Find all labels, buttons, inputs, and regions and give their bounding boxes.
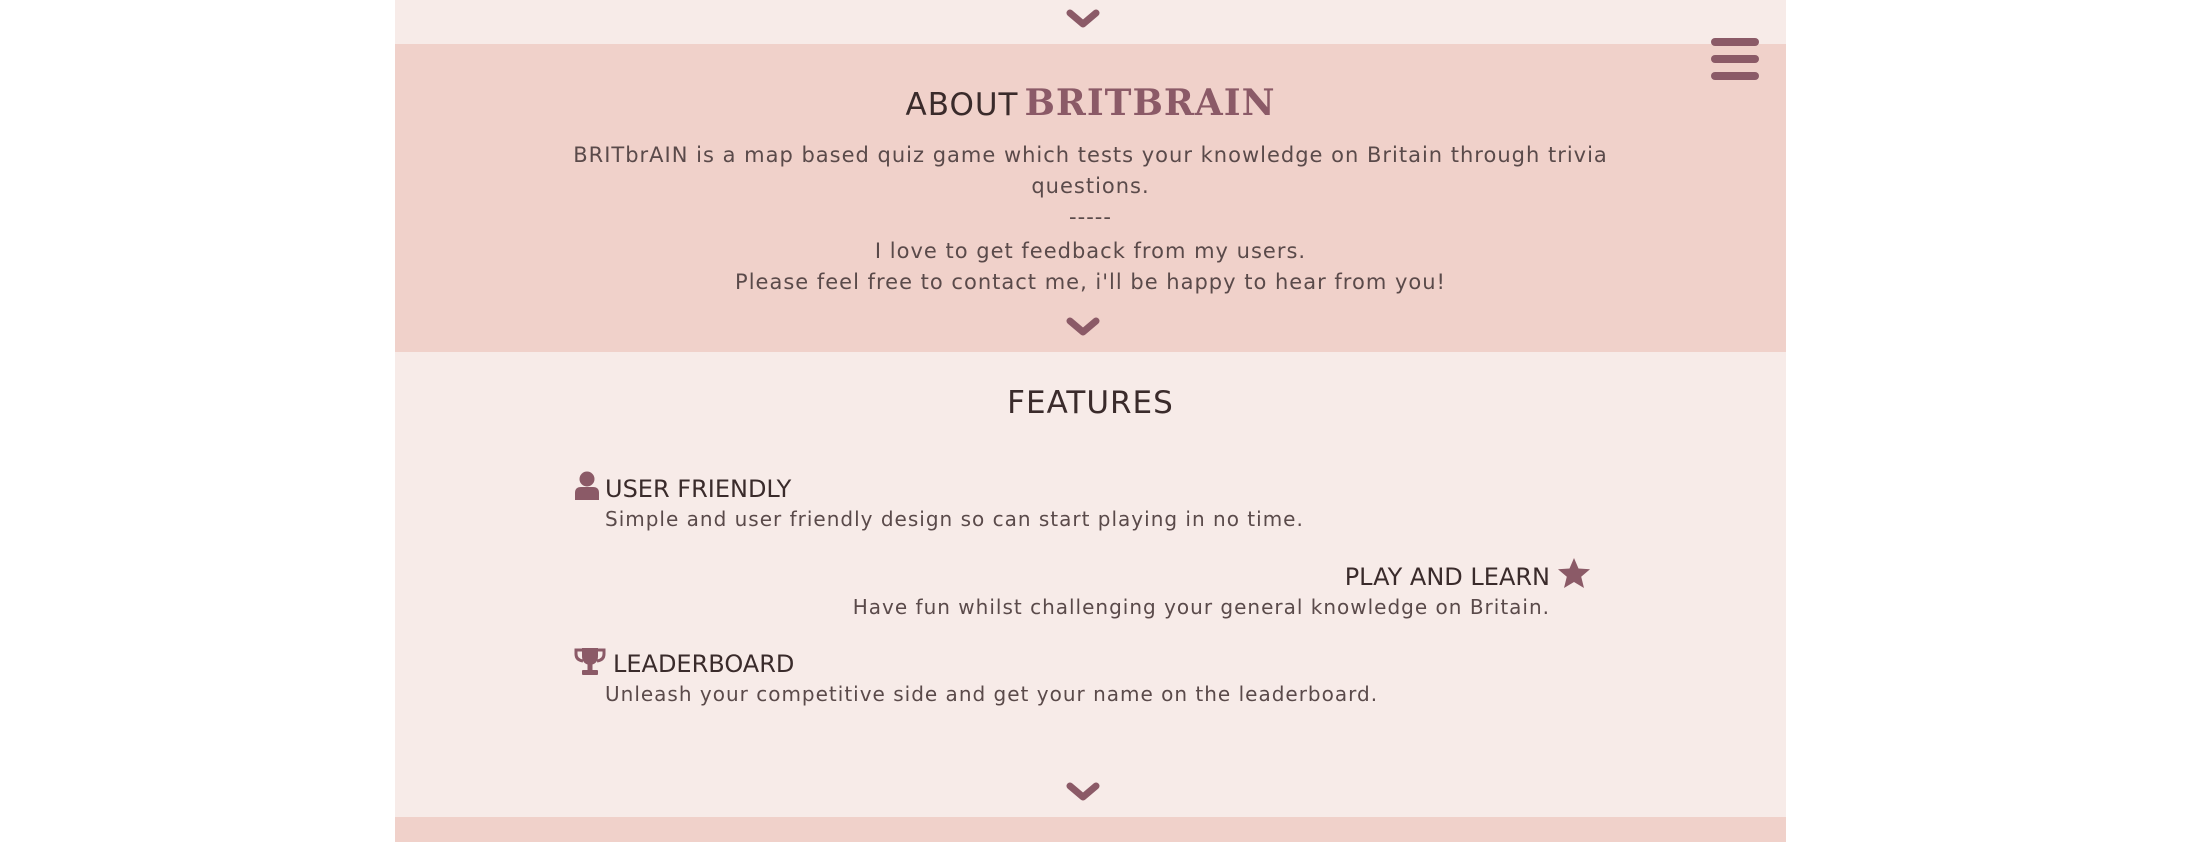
feature-heading-play-and-learn: PLAY AND LEARN <box>1344 563 1550 591</box>
previous-section <box>395 0 1786 44</box>
feature-description-play-and-learn: Have fun whilst challenging your general… <box>852 595 1550 619</box>
trophy-icon <box>574 648 606 675</box>
about-feedback-line1: I love to get feedback from my users. <box>874 239 1307 263</box>
page: ABOUT BRITBRAIN BRITbrAIN is a map based … <box>395 0 1786 842</box>
scroll-down-chevron-icon[interactable] <box>1066 317 1100 337</box>
feature-description-user-friendly: Simple and user friendly design so can s… <box>605 507 1304 531</box>
scroll-down-chevron-icon[interactable] <box>1066 782 1100 802</box>
about-description-line2: questions. <box>1031 174 1150 198</box>
feature-heading-leaderboard: LEADERBOARD <box>613 650 795 678</box>
hamburger-menu-icon[interactable] <box>1711 38 1759 80</box>
feature-description-leaderboard: Unleash your competitive side and get yo… <box>605 682 1379 706</box>
about-separator: ----- <box>1069 205 1112 229</box>
next-section <box>395 817 1786 842</box>
scroll-down-chevron-icon[interactable] <box>1066 9 1100 29</box>
about-feedback-line2: Please feel free to contact me, i'll be … <box>735 270 1446 294</box>
brand-logo-text: BRITBRAIN <box>1024 82 1276 124</box>
about-description-line1: BRITbrAIN is a map based quiz game which… <box>573 143 1608 167</box>
star-icon <box>1558 558 1590 588</box>
features-title: FEATURES <box>1007 385 1174 421</box>
feature-heading-user-friendly: USER FRIENDLY <box>605 475 792 503</box>
user-icon <box>575 471 599 500</box>
about-title-prefix: ABOUT <box>905 87 1019 123</box>
about-title: ABOUT BRITBRAIN <box>395 82 1786 124</box>
